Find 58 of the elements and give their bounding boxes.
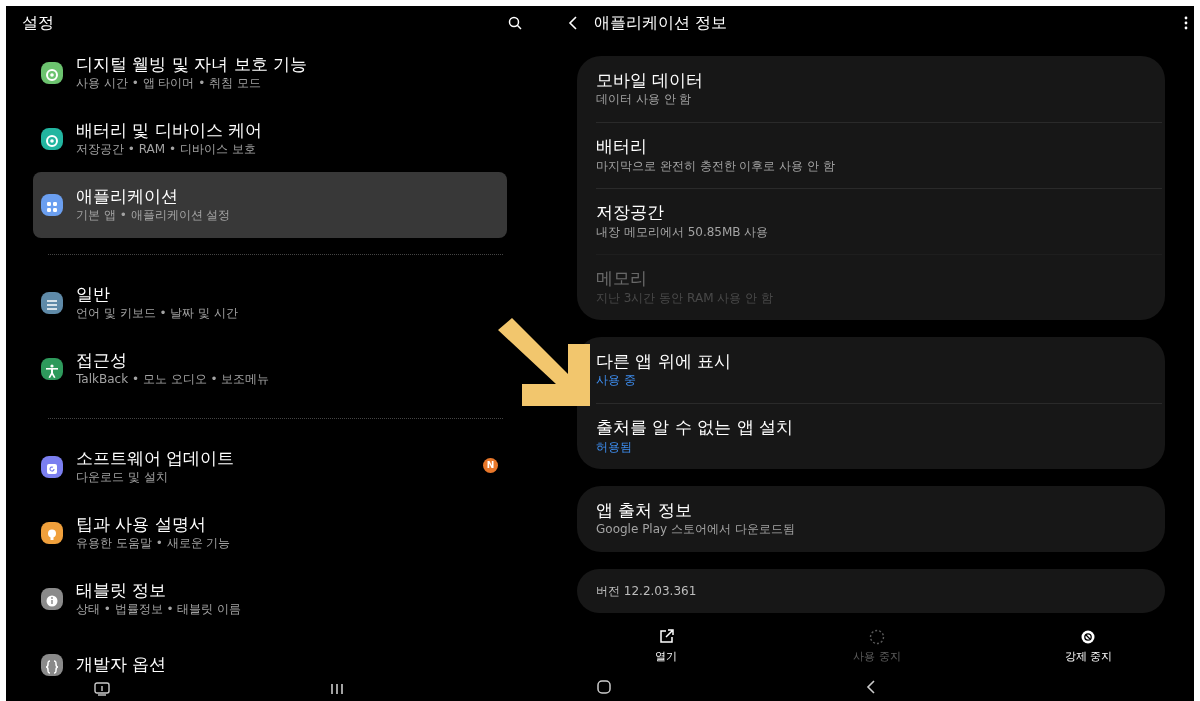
item-title: 태블릿 정보: [76, 579, 168, 602]
item-title: 개발자 옵션: [76, 654, 167, 676]
item-title: 접근성: [76, 349, 128, 372]
item-subtitle: 다운로드 및 설치: [76, 469, 169, 486]
settings-row[interactable]: 다른 앱 위에 표시 사용 중: [596, 337, 1162, 403]
row-subtitle: 마지막으로 완전히 충전한 이후로 사용 안 함: [596, 157, 836, 175]
settings-row[interactable]: 배터리 마지막으로 완전히 충전한 이후로 사용 안 함: [596, 122, 1162, 188]
action-button[interactable]: 열기: [560, 628, 772, 674]
screen-icon[interactable]: [94, 681, 110, 696]
item-subtitle: TalkBack • 모노 오디오 • 보조메뉴: [76, 371, 270, 388]
item-subtitle: 저장공간 • RAM • 디바이스 보호: [76, 141, 257, 158]
row-subtitle: 내장 메모리에서 50.85MB 사용: [596, 223, 770, 241]
item-subtitle: 상태 • 법률정보 • 태블릿 이름: [76, 601, 242, 618]
row-title: 출처를 알 수 없는 앱 설치: [596, 417, 795, 439]
item-subtitle: 기본 앱 • 애플리케이션 설정: [76, 207, 231, 224]
settings-item[interactable]: 일반 언어 및 키보드 • 날짜 및 시간: [33, 270, 507, 336]
settings-item[interactable]: 배터리 및 디바이스 케어 저장공간 • RAM • 디바이스 보호: [33, 106, 507, 172]
item-subtitle: 유용한 도움말 • 새로운 기능: [76, 535, 231, 552]
settings-row[interactable]: 저장공간 내장 메모리에서 50.85MB 사용: [596, 188, 1162, 254]
settings-row[interactable]: 앱 출처 정보 Google Play 스토어에서 다운로드됨: [596, 486, 1162, 552]
version-text: 버전 12.2.03.361: [596, 583, 698, 600]
home-icon[interactable]: [597, 679, 611, 694]
item-subtitle: 언어 및 키보드 • 날짜 및 시간: [76, 305, 238, 322]
row-value: 허용됨: [596, 438, 633, 456]
settings-item[interactable]: 디지털 웰빙 및 자녀 보호 기능 사용 시간 • 앱 타이머 • 취침 모드: [33, 40, 507, 106]
row-title: 모바일 데이터: [596, 69, 705, 92]
settings-item[interactable]: 팁과 사용 설명서 유용한 도움말 • 새로운 기능: [33, 500, 507, 566]
item-title: 일반: [76, 283, 111, 306]
screen-title: 애플리케이션 정보: [594, 12, 729, 34]
item-title: 디지털 웰빙 및 자녀 보호 기능: [76, 53, 308, 76]
recents-icon[interactable]: [330, 682, 344, 695]
row-subtitle: Google Play 스토어에서 다운로드됨: [596, 521, 796, 538]
settings-item[interactable]: 개발자 옵션: [33, 632, 507, 676]
row-title: 배터리: [596, 136, 648, 158]
settings-row[interactable]: 출처를 알 수 없는 앱 설치 허용됨: [596, 403, 1162, 469]
item-title: 팁과 사용 설명서: [76, 513, 207, 536]
screen-title: 설정: [22, 12, 54, 34]
settings-item[interactable]: 태블릿 정보 상태 • 법률정보 • 태블릿 이름: [33, 566, 507, 632]
settings-item[interactable]: 애플리케이션 기본 앱 • 애플리케이션 설정: [33, 172, 507, 238]
dashed-circle-icon: [868, 628, 886, 646]
item-title: 애플리케이션: [76, 185, 179, 208]
item-subtitle: 사용 시간 • 앱 타이머 • 취침 모드: [76, 75, 262, 92]
settings-item[interactable]: 접근성 TalkBack • 모노 오디오 • 보조메뉴: [33, 336, 507, 402]
item-title: 소프트웨어 업데이트: [76, 447, 235, 470]
row-subtitle: 데이터 사용 안 함: [596, 91, 693, 108]
back-icon[interactable]: [866, 679, 876, 694]
settings-item[interactable]: 소프트웨어 업데이트 다운로드 및 설치 N: [33, 434, 507, 500]
row-title: 앱 출처 정보: [596, 499, 693, 522]
row-title: 메모리: [596, 268, 648, 290]
more-options-icon[interactable]: [1184, 16, 1188, 30]
row-value: 사용 중: [596, 372, 637, 389]
row-title: 저장공간: [596, 202, 665, 224]
item-title: 배터리 및 디바이스 케어: [76, 119, 263, 142]
new-badge: N: [483, 458, 498, 473]
row-title: 다른 앱 위에 표시: [596, 350, 733, 373]
action-button[interactable]: 강제 중지: [982, 628, 1194, 674]
search-icon[interactable]: [508, 16, 522, 30]
settings-row[interactable]: 모바일 데이터 데이터 사용 안 함: [596, 56, 1162, 122]
